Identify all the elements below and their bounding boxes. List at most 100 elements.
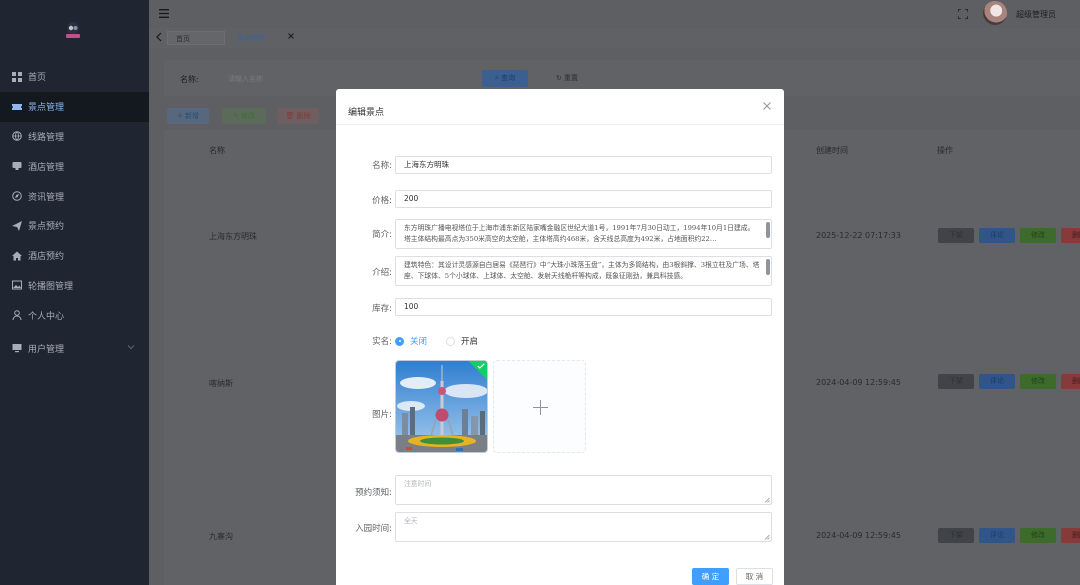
price-input[interactable]: 200 xyxy=(395,190,772,208)
query-button[interactable]: ⌕ 查询 xyxy=(482,70,528,87)
edit-icon: ✎ xyxy=(232,112,242,120)
sidebar-item-news[interactable]: 资讯管理 xyxy=(0,181,149,211)
search-label: 名称: xyxy=(180,75,199,84)
intro-label: 简介: xyxy=(372,230,392,240)
sidebar-item-scenic-booking[interactable]: 景点预约 xyxy=(0,211,149,241)
upload-trigger[interactable] xyxy=(493,360,586,453)
intro-text: 东方明珠广播电视塔位于上海市浦东新区陆家嘴金融区世纪大道1号，1991年7月30… xyxy=(404,224,755,243)
down-button[interactable]: 下架 xyxy=(938,228,974,243)
delete-button[interactable]: 🗑 删除 xyxy=(277,108,319,124)
desc-textarea[interactable]: 建筑特色：其设计灵感源自白居易《琵琶行》中“大珠小珠落玉盘”，主体为多筒结构，由… xyxy=(395,256,772,286)
user-icon xyxy=(12,310,22,321)
row-delete-button[interactable]: 删除 xyxy=(1061,228,1080,243)
comment-button[interactable]: 评论 xyxy=(979,528,1015,543)
price-label: 价格: xyxy=(372,196,392,206)
edit-button[interactable]: ✎ 修改 xyxy=(222,108,266,124)
oriental-pearl-tower-photo xyxy=(396,361,487,452)
intro-textarea[interactable]: 东方明珠广播电视塔位于上海市浦东新区陆家嘴金融区世纪大道1号，1991年7月30… xyxy=(395,219,772,249)
table-row-name: 九寨沟 xyxy=(209,532,233,541)
sidebar-item-label: 景点预约 xyxy=(28,222,65,233)
sidebar-item-label: 个人中心 xyxy=(28,311,65,322)
sidebar-item-label: 首页 xyxy=(28,73,47,84)
cancel-button[interactable]: 取 消 xyxy=(736,568,773,585)
row-delete-button[interactable]: 删除 xyxy=(1061,374,1080,389)
chevron-left-icon[interactable] xyxy=(155,32,163,42)
comment-button[interactable]: 评论 xyxy=(979,228,1015,243)
edit-label: 修改 xyxy=(241,112,256,120)
radio-label: 关闭 xyxy=(410,337,428,347)
add-label: 新增 xyxy=(185,112,200,120)
table-row-name: 喀纳斯 xyxy=(209,379,233,388)
tabs-bar: 首页 景点管理 xyxy=(149,28,1080,48)
add-button[interactable]: + 新增 xyxy=(167,108,209,124)
dialog-title: 编辑景点 xyxy=(348,108,385,118)
column-header-name: 名称 xyxy=(209,146,225,155)
sidebar: 首页 景点管理 线路管理 酒店管理 资讯管理 景点预约 酒店预约 轮播图管理 个… xyxy=(0,0,149,585)
down-button[interactable]: 下架 xyxy=(938,528,974,543)
stock-label: 库存: xyxy=(372,304,392,314)
refresh-icon: ↻ xyxy=(555,74,565,82)
sidebar-item-scenic[interactable]: 景点管理 xyxy=(0,91,149,122)
sidebar-item-carousel[interactable]: 轮播图管理 xyxy=(0,271,149,301)
sidebar-item-profile[interactable]: 个人中心 xyxy=(0,300,149,330)
resize-handle-icon[interactable] xyxy=(764,497,770,503)
down-button[interactable]: 下架 xyxy=(938,374,974,389)
row-edit-button[interactable]: 修改 xyxy=(1020,528,1056,543)
sidebar-item-routes[interactable]: 线路管理 xyxy=(0,122,149,152)
notice-textarea[interactable]: 注意时间 xyxy=(395,475,772,505)
notice-placeholder: 注意时间 xyxy=(404,480,432,488)
sidebar-item-label: 用户管理 xyxy=(28,344,65,355)
sidebar-item-hotels[interactable]: 酒店管理 xyxy=(0,151,149,181)
realname-label: 实名: xyxy=(372,337,392,347)
scrollbar[interactable] xyxy=(766,259,770,275)
reset-button[interactable]: ↻ 重置 xyxy=(544,70,590,87)
sidebar-item-hotel-booking[interactable]: 酒店预约 xyxy=(0,241,149,271)
sidebar-item-label: 轮播图管理 xyxy=(28,281,74,292)
sidebar-item-users[interactable]: 用户管理 xyxy=(0,333,149,363)
grid-icon xyxy=(12,71,22,82)
realname-radio-on[interactable]: 开启 xyxy=(446,335,478,347)
resize-handle-icon[interactable] xyxy=(764,534,770,540)
desc-text: 建筑特色：其设计灵感源自白居易《琵琶行》中“大珠小珠落玉盘”，主体为多筒结构，由… xyxy=(404,261,760,280)
fullscreen-icon[interactable] xyxy=(958,9,968,19)
sidebar-menu: 首页 景点管理 线路管理 酒店管理 资讯管理 景点预约 酒店预约 轮播图管理 个… xyxy=(0,62,149,363)
top-header: 超级管理员 xyxy=(149,0,1080,28)
edit-scenic-dialog: 编辑景点 名称: 上海东方明珠 价格: 200 简介: 东方明珠广播电视塔位于上… xyxy=(336,89,784,585)
uploaded-image[interactable] xyxy=(395,360,488,453)
sidebar-item-label: 线路管理 xyxy=(28,132,65,143)
table-row-created: 2024-04-09 12:59:45 xyxy=(816,378,901,387)
table-row-created: 2025-12-22 07:17:33 xyxy=(816,231,901,240)
realname-radio-off[interactable]: 关闭 xyxy=(395,335,427,347)
search-input[interactable]: 请输入名称 xyxy=(220,71,490,87)
tab-home[interactable]: 首页 xyxy=(167,31,225,45)
row-edit-button[interactable]: 修改 xyxy=(1020,228,1056,243)
sidebar-item-label: 酒店管理 xyxy=(28,162,65,173)
radio-dot xyxy=(395,336,404,346)
row-delete-button[interactable]: 删除 xyxy=(1061,528,1080,543)
tab-scenic[interactable]: 景点管理 xyxy=(229,31,297,45)
delete-label: 删除 xyxy=(296,112,311,120)
image-icon xyxy=(12,280,22,290)
scrollbar[interactable] xyxy=(766,222,770,238)
home-icon xyxy=(12,251,22,261)
name-input[interactable]: 上海东方明珠 xyxy=(395,156,772,174)
table-row-name: 上海东方明珠 xyxy=(209,232,257,241)
name-label: 名称: xyxy=(372,161,392,171)
entry-label: 入园时间: xyxy=(355,524,392,534)
confirm-button[interactable]: 确 定 xyxy=(692,568,729,585)
column-header-ops: 操作 xyxy=(937,146,953,155)
close-icon[interactable] xyxy=(763,102,771,110)
tab-label: 景点管理 xyxy=(237,34,265,42)
trash-icon: 🗑 xyxy=(285,112,297,120)
logo-icon xyxy=(66,22,80,38)
globe-icon xyxy=(12,131,22,142)
entry-textarea[interactable]: 全天 xyxy=(395,512,772,542)
sidebar-item-home[interactable]: 首页 xyxy=(0,62,149,92)
close-icon[interactable] xyxy=(288,33,294,39)
username[interactable]: 超级管理员 xyxy=(1016,9,1056,20)
avatar[interactable] xyxy=(983,1,1007,25)
row-edit-button[interactable]: 修改 xyxy=(1020,374,1056,389)
hamburger-icon[interactable] xyxy=(159,9,169,18)
stock-input[interactable]: 100 xyxy=(395,298,772,316)
comment-button[interactable]: 评论 xyxy=(979,374,1015,389)
